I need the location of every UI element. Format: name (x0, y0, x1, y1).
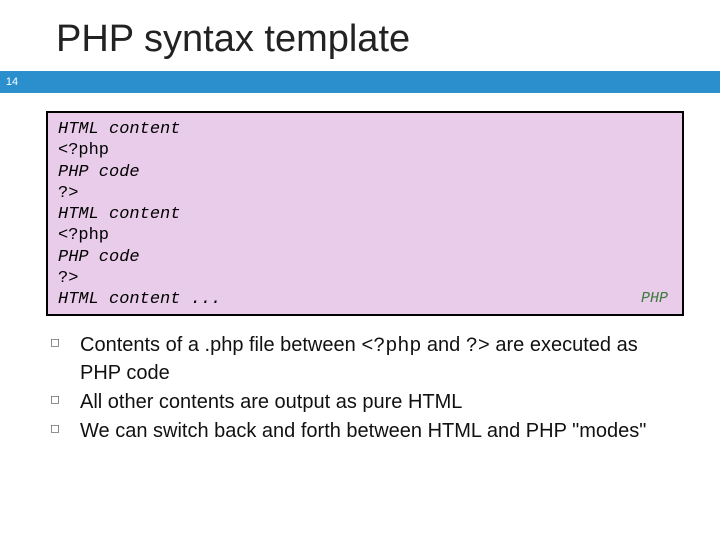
bullet-list: Contents of a .php file between <?php an… (74, 332, 680, 445)
inline-code: <?php (361, 335, 421, 358)
slide-title: PHP syntax template (0, 0, 720, 71)
slide: PHP syntax template 14 HTML content <?ph… (0, 0, 720, 540)
code-line: PHP code (58, 247, 672, 268)
bullet-text: All other contents are output as pure HT… (80, 391, 462, 413)
code-language-label: PHP (641, 290, 668, 309)
inline-code: ?> (466, 335, 490, 358)
code-block: HTML content <?php PHP code ?> HTML cont… (46, 111, 684, 316)
list-item: We can switch back and forth between HTM… (74, 418, 680, 445)
header-bar: 14 (0, 71, 720, 93)
code-line: <?php (58, 225, 672, 246)
header-bar-fill (24, 71, 720, 93)
code-line: <?php (58, 140, 672, 161)
code-line: HTML content (58, 119, 672, 140)
page-number: 14 (0, 71, 24, 93)
list-item: Contents of a .php file between <?php an… (74, 332, 680, 387)
code-line: PHP code (58, 162, 672, 183)
bullet-text: and (421, 334, 465, 356)
code-line: ?> (58, 268, 672, 289)
bullet-text: We can switch back and forth between HTM… (80, 420, 646, 442)
bullet-text: Contents of a .php file between (80, 334, 361, 356)
code-line: ?> (58, 183, 672, 204)
code-line: HTML content ... (58, 289, 672, 310)
code-line: HTML content (58, 204, 672, 225)
list-item: All other contents are output as pure HT… (74, 389, 680, 416)
